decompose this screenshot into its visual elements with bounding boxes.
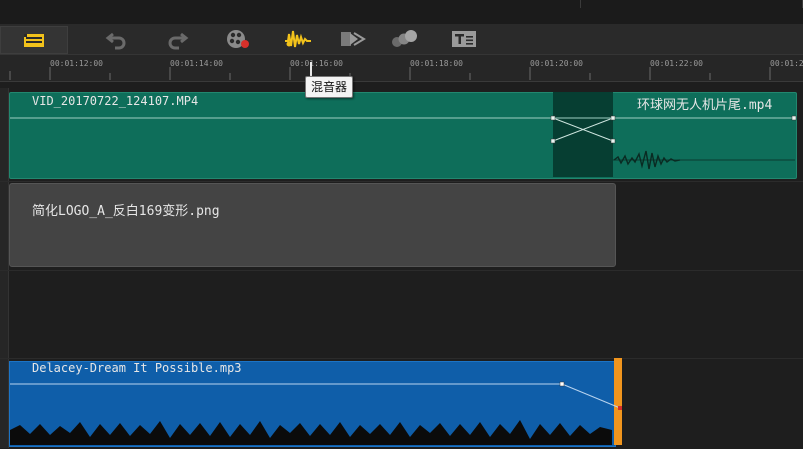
redo-icon <box>168 32 189 50</box>
auto-music-icon <box>341 32 366 46</box>
track-handle[interactable] <box>0 182 9 270</box>
ruler-time-label: 00:01:16:00 <box>290 59 343 68</box>
image-clip[interactable] <box>9 183 616 267</box>
ruler-time-label: 00:01:12:00 <box>50 59 103 68</box>
record-capture-icon <box>227 30 249 48</box>
empty-track <box>0 270 803 359</box>
track-handle[interactable] <box>0 271 9 358</box>
ruler-time-label: 00:01:14:00 <box>170 59 223 68</box>
record-capture-button[interactable] <box>221 26 255 52</box>
motion-tracking-icon <box>392 30 417 47</box>
audio-clip-name: Delacey-Dream It Possible.mp3 <box>32 361 242 375</box>
strip-segment <box>0 0 581 8</box>
image-clip-name: 简化LOGO_A_反白169变形.png <box>32 204 220 219</box>
timeline-toolbar <box>0 24 803 55</box>
title-subtitle-icon <box>452 31 476 47</box>
audio-mixer-icon <box>285 30 311 48</box>
audio-mixer-button[interactable] <box>281 26 315 52</box>
ruler-time-label: 00:01:20:00 <box>530 59 583 68</box>
auto-music-button[interactable] <box>336 26 370 52</box>
ruler-time-label: 00:01:2 <box>770 59 803 68</box>
timeline-storyboard-icon <box>24 34 44 47</box>
undo-button[interactable] <box>100 26 134 52</box>
playhead[interactable] <box>310 62 312 76</box>
timeline-ruler[interactable]: 00:01:12:00 00:01:14:00 00:01:16:00 00:0… <box>0 55 803 82</box>
video-clip-name: 环球网无人机片尾.mp4 <box>637 98 773 113</box>
mixer-tooltip: 混音器 <box>305 76 354 98</box>
ruler-time-label: 00:01:22:00 <box>650 59 703 68</box>
undo-icon <box>105 32 126 50</box>
strip-segment <box>582 0 803 8</box>
video-clip-name: VID_20170722_124107.MP4 <box>32 94 199 108</box>
storyboard-view-button[interactable] <box>0 26 68 54</box>
title-strip <box>0 0 803 25</box>
redo-button[interactable] <box>160 26 194 52</box>
ruler-time-label: 00:01:18:00 <box>410 59 463 68</box>
title-subtitle-button[interactable] <box>447 26 481 52</box>
motion-tracking-button[interactable] <box>387 26 421 52</box>
